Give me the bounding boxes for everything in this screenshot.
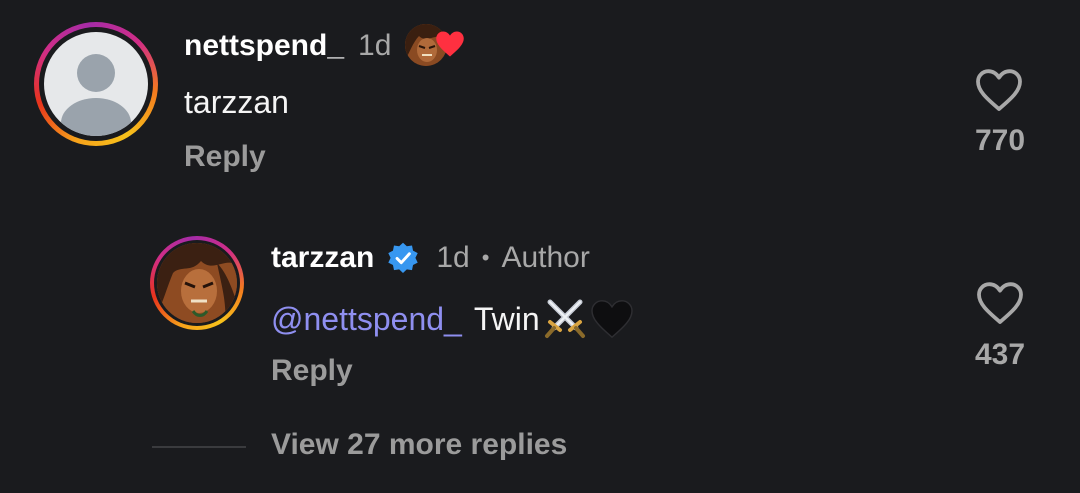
reply-like-button[interactable]	[975, 281, 1025, 325]
comment-timestamp: 1d	[358, 29, 392, 62]
mention-link[interactable]: @nettspend_	[271, 301, 462, 338]
commenter-avatar-ring[interactable]	[34, 22, 158, 146]
reply-body-text: Twin	[473, 300, 540, 337]
comment-like-count: 770	[974, 124, 1026, 157]
reply-text: @nettspend_ Twin	[271, 296, 634, 342]
reply-reply-button[interactable]: Reply	[271, 354, 353, 388]
commenter-username[interactable]: nettspend_	[184, 29, 344, 63]
comment-text: tarzzan	[184, 84, 289, 120]
creator-liked-heart-icon	[436, 31, 465, 57]
view-more-replies-button[interactable]: View 27 more replies	[271, 428, 567, 462]
commenter-avatar	[44, 32, 148, 136]
reply-like-count: 437	[974, 338, 1026, 371]
author-label: Author	[501, 241, 590, 274]
verified-badge-icon	[388, 242, 419, 273]
reply-timestamp: 1d	[436, 241, 470, 274]
author-avatar-ring[interactable]	[150, 236, 244, 330]
meta-separator: •	[481, 245, 490, 270]
thread-divider	[152, 446, 246, 448]
heart-outline-icon	[977, 282, 1023, 324]
author-username[interactable]: tarzzan	[271, 241, 374, 275]
comment-header: nettspend_ 1d	[184, 24, 465, 68]
black-heart-emoji	[590, 300, 633, 339]
comment-like-button[interactable]	[974, 68, 1024, 112]
comment-reply-button[interactable]: Reply	[184, 140, 266, 174]
crossed-swords-emoji	[544, 299, 585, 338]
author-avatar	[157, 243, 237, 323]
reply-header: tarzzan 1d • Author	[271, 238, 590, 278]
creator-liked-indicator	[405, 24, 465, 68]
heart-outline-icon	[976, 69, 1022, 111]
